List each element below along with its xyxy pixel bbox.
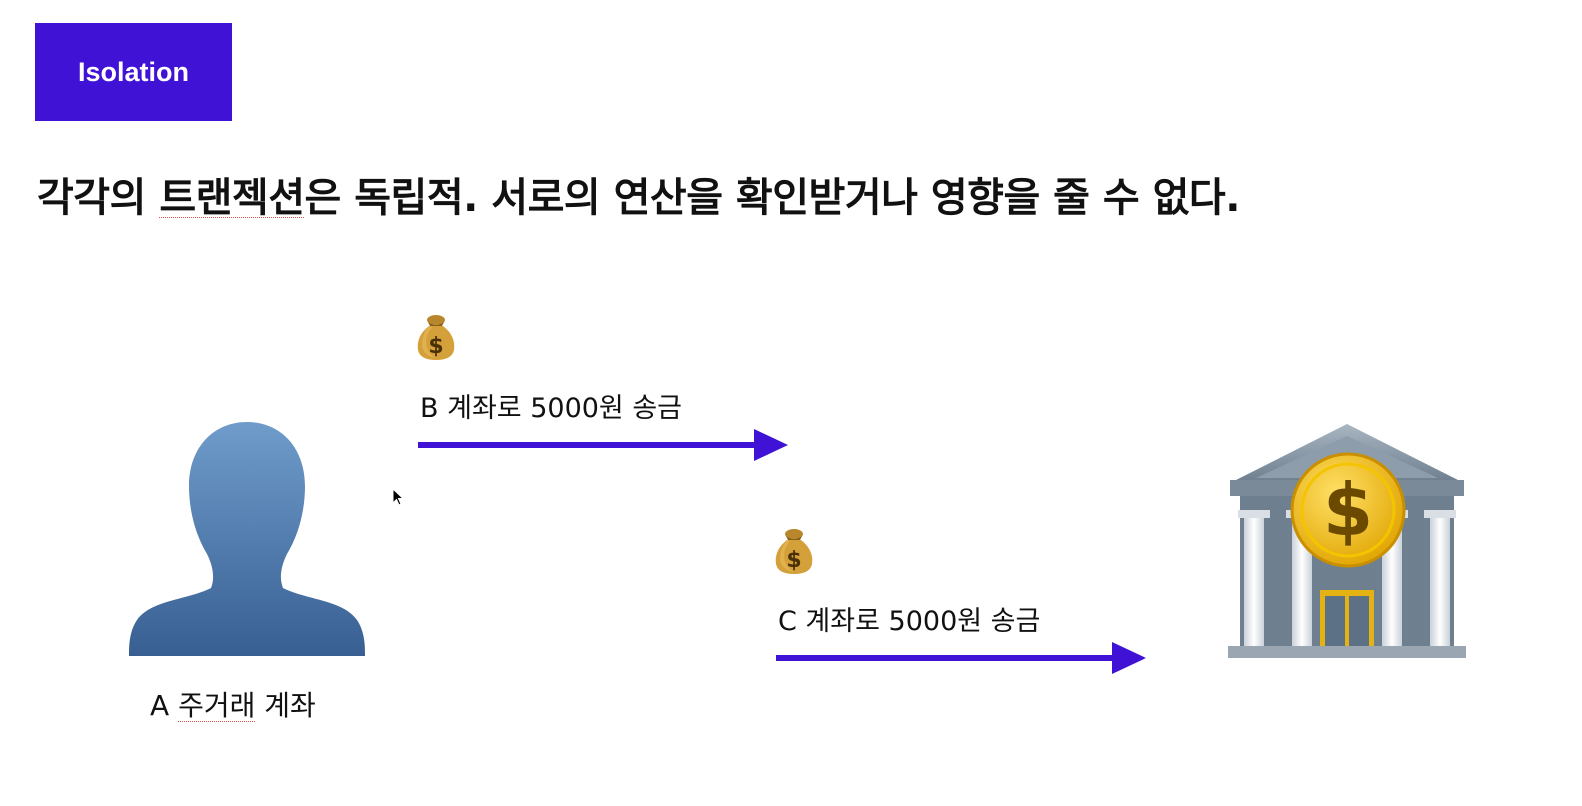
money-bag-icon: $	[775, 529, 813, 574]
transaction-label-c: C 계좌로 5000원 송금	[778, 606, 1041, 637]
page-headline: 각각의 트랜젝션은 독립적. 서로의 연산을 확인받거나 영향을 줄 수 없다.	[37, 165, 1537, 223]
bank-icon: $	[1228, 424, 1466, 658]
transfer-arrow-c	[776, 642, 1146, 674]
source-account-label: A 주거래 계좌	[150, 684, 316, 724]
source-account-suffix: 계좌	[255, 689, 316, 722]
svg-text:$: $	[428, 334, 443, 359]
isolation-badge-label: Isolation	[77, 56, 189, 87]
svg-text:$: $	[1323, 468, 1373, 552]
transfer-arrow-b	[418, 429, 788, 461]
mouse-cursor-icon	[392, 488, 404, 506]
headline-part-3: 은 독립적. 서로의 연산을 확인받거나 영향을 줄 수 없다.	[304, 175, 1241, 221]
transaction-label-b: B 계좌로 5000원 송금	[420, 393, 683, 424]
person-silhouette-icon	[129, 422, 365, 656]
headline-part-1: 각각의	[37, 175, 160, 221]
isolation-badge: Isolation	[35, 23, 232, 121]
money-bag-icon: $	[417, 315, 455, 360]
source-account-prefix: A	[150, 689, 179, 722]
source-account-underlined: 주거래	[178, 689, 256, 722]
headline-part-2: 트랜젝션	[159, 175, 305, 221]
svg-text:$: $	[786, 548, 801, 573]
